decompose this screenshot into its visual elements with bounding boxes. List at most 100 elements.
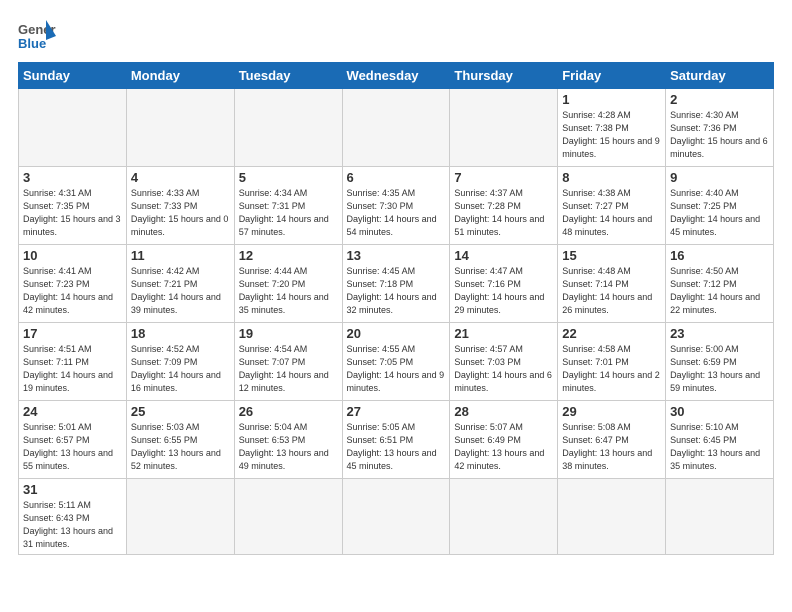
- calendar-cell: 15Sunrise: 4:48 AM Sunset: 7:14 PM Dayli…: [558, 245, 666, 323]
- day-info: Sunrise: 4:37 AM Sunset: 7:28 PM Dayligh…: [454, 187, 553, 239]
- day-info: Sunrise: 4:52 AM Sunset: 7:09 PM Dayligh…: [131, 343, 230, 395]
- day-info: Sunrise: 4:55 AM Sunset: 7:05 PM Dayligh…: [347, 343, 446, 395]
- calendar-cell: 28Sunrise: 5:07 AM Sunset: 6:49 PM Dayli…: [450, 401, 558, 479]
- calendar-cell: 17 Sunrise: 4:51 AM Sunset: 7:11 PM Dayli…: [19, 323, 127, 401]
- day-number: 7: [454, 170, 553, 185]
- calendar-cell: [234, 479, 342, 555]
- day-info: Sunrise: 5:11 AM Sunset: 6:43 PM Dayligh…: [23, 499, 122, 551]
- calendar-cell: 22 Sunrise: 4:58 AM Sunset: 7:01 PM Dayli…: [558, 323, 666, 401]
- day-number: 20: [347, 326, 446, 341]
- day-info: Sunrise: 5:01 AM Sunset: 6:57 PM Dayligh…: [23, 421, 122, 473]
- calendar-cell: 14 Sunrise: 4:47 AM Sunset: 7:16 PM Dayli…: [450, 245, 558, 323]
- day-number: 4: [131, 170, 230, 185]
- day-info: Sunrise: 5:10 AM Sunset: 6:45 PM Dayligh…: [670, 421, 769, 473]
- day-number: 28: [454, 404, 553, 419]
- day-info: Sunrise: 4:47 AM Sunset: 7:16 PM Dayligh…: [454, 265, 553, 317]
- calendar-cell: 11 Sunrise: 4:42 AM Sunset: 7:21 PM Dayli…: [126, 245, 234, 323]
- day-info: Sunrise: 4:45 AM Sunset: 7:18 PM Dayligh…: [347, 265, 446, 317]
- calendar-cell: [19, 89, 127, 167]
- calendar-cell: 19 Sunrise: 4:54 AM Sunset: 7:07 PM Dayli…: [234, 323, 342, 401]
- day-number: 8: [562, 170, 661, 185]
- day-info: Sunrise: 4:33 AM Sunset: 7:33 PM Dayligh…: [131, 187, 230, 239]
- calendar-cell: [234, 89, 342, 167]
- day-number: 25: [131, 404, 230, 419]
- day-info: Sunrise: 4:42 AM Sunset: 7:21 PM Dayligh…: [131, 265, 230, 317]
- header: General Blue: [18, 18, 774, 54]
- weekday-header-tuesday: Tuesday: [234, 63, 342, 89]
- day-info: Sunrise: 4:57 AM Sunset: 7:03 PM Dayligh…: [454, 343, 553, 395]
- day-number: 6: [347, 170, 446, 185]
- day-info: Sunrise: 4:41 AM Sunset: 7:23 PM Dayligh…: [23, 265, 122, 317]
- calendar-cell: 5Sunrise: 4:34 AM Sunset: 7:31 PM Daylig…: [234, 167, 342, 245]
- day-number: 22: [562, 326, 661, 341]
- day-number: 14: [454, 248, 553, 263]
- week-row-4: 17 Sunrise: 4:51 AM Sunset: 7:11 PM Dayli…: [19, 323, 774, 401]
- calendar-cell: [342, 89, 450, 167]
- week-row-6: 31 Sunrise: 5:11 AM Sunset: 6:43 PM Dayli…: [19, 479, 774, 555]
- day-info: Sunrise: 4:35 AM Sunset: 7:30 PM Dayligh…: [347, 187, 446, 239]
- day-number: 9: [670, 170, 769, 185]
- day-info: Sunrise: 4:30 AM Sunset: 7:36 PM Dayligh…: [670, 109, 769, 161]
- day-number: 12: [239, 248, 338, 263]
- calendar-cell: 21 Sunrise: 4:57 AM Sunset: 7:03 PM Dayli…: [450, 323, 558, 401]
- calendar-cell: [342, 479, 450, 555]
- day-number: 31: [23, 482, 122, 497]
- calendar-cell: 24 Sunrise: 5:01 AM Sunset: 6:57 PM Dayli…: [19, 401, 127, 479]
- calendar-cell: 20 Sunrise: 4:55 AM Sunset: 7:05 PM Dayli…: [342, 323, 450, 401]
- calendar-cell: 29Sunrise: 5:08 AM Sunset: 6:47 PM Dayli…: [558, 401, 666, 479]
- calendar-cell: 26Sunrise: 5:04 AM Sunset: 6:53 PM Dayli…: [234, 401, 342, 479]
- day-number: 27: [347, 404, 446, 419]
- day-number: 11: [131, 248, 230, 263]
- day-info: Sunrise: 5:03 AM Sunset: 6:55 PM Dayligh…: [131, 421, 230, 473]
- day-info: Sunrise: 4:38 AM Sunset: 7:27 PM Dayligh…: [562, 187, 661, 239]
- day-number: 1: [562, 92, 661, 107]
- calendar-cell: 10Sunrise: 4:41 AM Sunset: 7:23 PM Dayli…: [19, 245, 127, 323]
- day-info: Sunrise: 5:00 AM Sunset: 6:59 PM Dayligh…: [670, 343, 769, 395]
- day-info: Sunrise: 4:58 AM Sunset: 7:01 PM Dayligh…: [562, 343, 661, 395]
- day-number: 17: [23, 326, 122, 341]
- calendar-cell: 16Sunrise: 4:50 AM Sunset: 7:12 PM Dayli…: [666, 245, 774, 323]
- day-number: 18: [131, 326, 230, 341]
- calendar-cell: [126, 89, 234, 167]
- day-number: 26: [239, 404, 338, 419]
- weekday-header-wednesday: Wednesday: [342, 63, 450, 89]
- day-number: 19: [239, 326, 338, 341]
- day-number: 30: [670, 404, 769, 419]
- day-number: 24: [23, 404, 122, 419]
- calendar-cell: 31 Sunrise: 5:11 AM Sunset: 6:43 PM Dayli…: [19, 479, 127, 555]
- day-info: Sunrise: 4:28 AM Sunset: 7:38 PM Dayligh…: [562, 109, 661, 161]
- calendar-cell: 18 Sunrise: 4:52 AM Sunset: 7:09 PM Dayli…: [126, 323, 234, 401]
- calendar-table: SundayMondayTuesdayWednesdayThursdayFrid…: [18, 62, 774, 555]
- calendar-cell: 12Sunrise: 4:44 AM Sunset: 7:20 PM Dayli…: [234, 245, 342, 323]
- day-info: Sunrise: 5:08 AM Sunset: 6:47 PM Dayligh…: [562, 421, 661, 473]
- calendar-cell: 30 Sunrise: 5:10 AM Sunset: 6:45 PM Dayli…: [666, 401, 774, 479]
- calendar-cell: [126, 479, 234, 555]
- calendar-cell: 4 Sunrise: 4:33 AM Sunset: 7:33 PM Daylig…: [126, 167, 234, 245]
- logo: General Blue: [18, 18, 56, 54]
- calendar-cell: [450, 89, 558, 167]
- day-info: Sunrise: 4:40 AM Sunset: 7:25 PM Dayligh…: [670, 187, 769, 239]
- calendar-cell: 3Sunrise: 4:31 AM Sunset: 7:35 PM Daylig…: [19, 167, 127, 245]
- day-number: 3: [23, 170, 122, 185]
- calendar-cell: 6 Sunrise: 4:35 AM Sunset: 7:30 PM Daylig…: [342, 167, 450, 245]
- day-number: 21: [454, 326, 553, 341]
- day-info: Sunrise: 4:51 AM Sunset: 7:11 PM Dayligh…: [23, 343, 122, 395]
- weekday-header-thursday: Thursday: [450, 63, 558, 89]
- calendar-cell: 7 Sunrise: 4:37 AM Sunset: 7:28 PM Daylig…: [450, 167, 558, 245]
- weekday-header-saturday: Saturday: [666, 63, 774, 89]
- day-number: 13: [347, 248, 446, 263]
- week-row-1: 1 Sunrise: 4:28 AM Sunset: 7:38 PM Daylig…: [19, 89, 774, 167]
- calendar-cell: 23Sunrise: 5:00 AM Sunset: 6:59 PM Dayli…: [666, 323, 774, 401]
- calendar-cell: 1 Sunrise: 4:28 AM Sunset: 7:38 PM Daylig…: [558, 89, 666, 167]
- calendar-cell: [666, 479, 774, 555]
- calendar-cell: [558, 479, 666, 555]
- day-info: Sunrise: 4:34 AM Sunset: 7:31 PM Dayligh…: [239, 187, 338, 239]
- calendar-cell: 13 Sunrise: 4:45 AM Sunset: 7:18 PM Dayli…: [342, 245, 450, 323]
- calendar-cell: 2Sunrise: 4:30 AM Sunset: 7:36 PM Daylig…: [666, 89, 774, 167]
- day-number: 15: [562, 248, 661, 263]
- weekday-header-sunday: Sunday: [19, 63, 127, 89]
- calendar-cell: 25 Sunrise: 5:03 AM Sunset: 6:55 PM Dayli…: [126, 401, 234, 479]
- day-info: Sunrise: 4:54 AM Sunset: 7:07 PM Dayligh…: [239, 343, 338, 395]
- week-row-3: 10Sunrise: 4:41 AM Sunset: 7:23 PM Dayli…: [19, 245, 774, 323]
- calendar-cell: 27Sunrise: 5:05 AM Sunset: 6:51 PM Dayli…: [342, 401, 450, 479]
